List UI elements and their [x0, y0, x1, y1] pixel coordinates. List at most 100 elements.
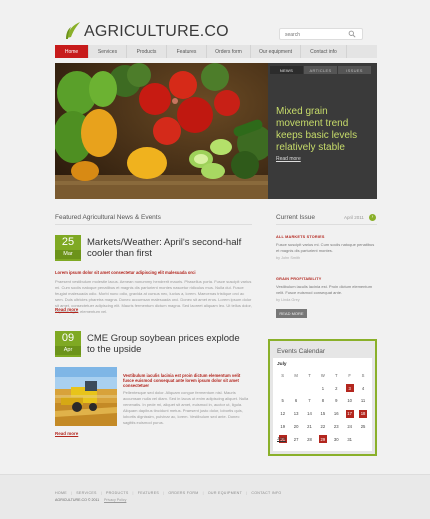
- calendar-day[interactable]: 4: [356, 382, 369, 395]
- calendar-weekday: M: [294, 372, 298, 378]
- footer-link-home[interactable]: HOME: [55, 491, 67, 495]
- calendar-day[interactable]: 7: [303, 395, 316, 408]
- issue-more-button[interactable]: READ MORE: [276, 309, 307, 318]
- calendar-day[interactable]: 12: [276, 407, 289, 420]
- calendar-day[interactable]: 6: [289, 395, 302, 408]
- logo-leaf-icon: [66, 22, 80, 39]
- calendar-weekday: T: [334, 372, 338, 378]
- arrow-right-icon[interactable]: ›: [369, 214, 376, 221]
- footer: [0, 474, 430, 519]
- calendar-day-number: 23: [333, 424, 339, 430]
- calendar-day[interactable]: 1: [316, 382, 329, 395]
- calendar-day-number: 16: [333, 411, 339, 417]
- calendar-day[interactable]: 22: [316, 420, 329, 433]
- calendar-day[interactable]: 30: [330, 433, 343, 446]
- issue-item-title[interactable]: ALL MARKETS STORIES: [276, 235, 325, 239]
- calendar-day[interactable]: 20: [289, 420, 302, 433]
- calendar-day[interactable]: 28: [303, 433, 316, 446]
- privacy-policy-link[interactable]: Privacy Policy: [104, 498, 126, 502]
- footer-separator: |: [100, 491, 102, 495]
- footer-link-contact-info[interactable]: CONTACT INFO: [251, 491, 281, 495]
- calendar-weekday: S: [361, 372, 365, 378]
- calendar-day[interactable]: 8: [316, 395, 329, 408]
- calendar-prev-month-link[interactable]: June: [277, 436, 286, 441]
- calendar-day[interactable]: 13: [289, 407, 302, 420]
- footer-separator: |: [70, 491, 73, 495]
- calendar-week-row: 12 13 14 15 16 17 18: [276, 407, 370, 420]
- calendar-day[interactable]: 25: [356, 420, 369, 433]
- calendar-week-row: 1 2 3 4: [276, 382, 370, 395]
- calendar-day-number: 15: [320, 411, 326, 417]
- read-more-link[interactable]: Read more: [55, 307, 78, 312]
- search-icon[interactable]: [348, 30, 356, 38]
- date-day: 09: [61, 332, 75, 344]
- site-logo[interactable]: AGRICULTURE.CO: [84, 23, 229, 41]
- issue-item-title[interactable]: GRAIN PROFITABILITY: [276, 277, 322, 281]
- calendar-day[interactable]: 16: [330, 407, 343, 420]
- calendar-day-number: 7: [308, 398, 311, 404]
- hero-tab-articles[interactable]: ARTICLES: [304, 66, 337, 74]
- footer-link-orders-form[interactable]: ORDERS FORM: [168, 491, 198, 495]
- issue-item-text: Vestibulum iaculis lacinia est. Proin di…: [276, 284, 373, 295]
- calendar-day-number: 8: [321, 398, 325, 404]
- calendar-day[interactable]: 5: [276, 395, 289, 408]
- footer-separator: |: [163, 491, 165, 495]
- calendar-event-day[interactable]: 17: [343, 407, 356, 420]
- nav-item-our-equipment[interactable]: Our equipment: [251, 45, 301, 58]
- nav-item-features[interactable]: Features: [167, 45, 207, 58]
- nav-item-products[interactable]: Products: [127, 45, 167, 58]
- article-lead: Lorem ipsum dolor sit amet consectetur a…: [55, 270, 196, 275]
- calendar-day[interactable]: 27: [289, 433, 302, 446]
- current-issue-date: April 2011: [344, 215, 364, 220]
- calendar-weekday: W: [320, 372, 325, 378]
- footer-separator: |: [202, 491, 204, 495]
- read-more-link[interactable]: Read more: [55, 431, 78, 436]
- footer-link-our-equipment[interactable]: OUR EQUIPMENT: [208, 491, 242, 495]
- calendar-day[interactable]: 24: [343, 420, 356, 433]
- date-month: Mar: [55, 250, 81, 259]
- calendar-day[interactable]: 10: [343, 395, 356, 408]
- issue-item-author: by Linda Grey: [276, 298, 300, 302]
- footer-link-services[interactable]: SERVICES: [76, 491, 97, 495]
- date-month: Apr: [55, 346, 81, 355]
- calendar-day[interactable]: 15: [316, 407, 329, 420]
- calendar-day-number: 12: [280, 411, 286, 417]
- nav-item-contact-info[interactable]: Contact info: [301, 45, 347, 58]
- calendar-day-number: 20: [293, 424, 299, 430]
- article-title[interactable]: CME Group soybean prices explode to the …: [87, 333, 247, 355]
- hero-tab-news[interactable]: NEWS: [270, 66, 303, 74]
- calendar-day-number: 22: [320, 424, 326, 430]
- article-date-badge: 25 Mar: [55, 235, 81, 261]
- current-issue-heading: Current Issue: [276, 214, 316, 221]
- calendar-day-number: 25: [360, 424, 366, 430]
- hero-tab-issues[interactable]: ISSUES: [338, 66, 371, 74]
- calendar-day[interactable]: 19: [276, 420, 289, 433]
- article-title[interactable]: Markets/Weather: April's second-half coo…: [87, 237, 247, 259]
- calendar-day-number: 9: [335, 398, 338, 404]
- calendar-day-number: 28: [307, 436, 312, 442]
- issue-item-text: Fusce suscipit varius mi. Cum sociis nat…: [276, 242, 375, 253]
- calendar-event-day[interactable]: 3: [343, 382, 356, 395]
- nav-item-home[interactable]: Home: [55, 45, 89, 58]
- calendar-event-day[interactable]: 18: [356, 407, 369, 420]
- search-input[interactable]: [285, 30, 349, 39]
- footer-link-features[interactable]: FEATURES: [138, 491, 159, 495]
- news-heading: Featured Agricultural News & Events: [55, 214, 161, 221]
- calendar-event-day[interactable]: 29: [316, 433, 329, 446]
- calendar-day[interactable]: 11: [356, 395, 369, 408]
- calendar-day[interactable]: 21: [303, 420, 316, 433]
- calendar-day[interactable]: 9: [330, 395, 343, 408]
- calendar-day[interactable]: 23: [330, 420, 343, 433]
- calendar-day[interactable]: 2: [330, 382, 343, 395]
- nav-item-services[interactable]: Services: [89, 45, 127, 58]
- calendar-day: [356, 433, 369, 446]
- article-body: Praesent vestibulum molestie lacus. Aene…: [55, 279, 252, 314]
- calendar-day[interactable]: 31: [343, 433, 356, 446]
- hero-headline: Mixed grain movement trend keeps basic l…: [276, 106, 358, 153]
- calendar-day-number: 29: [318, 435, 327, 444]
- nav-item-orders-form[interactable]: Orders form: [207, 45, 251, 58]
- main-nav: Home Services Products Features Orders form O…: [55, 45, 377, 58]
- calendar-day[interactable]: 14: [303, 407, 316, 420]
- footer-link-products[interactable]: PRODUCTS: [106, 491, 129, 495]
- hero-read-more-link[interactable]: Read more: [276, 156, 301, 162]
